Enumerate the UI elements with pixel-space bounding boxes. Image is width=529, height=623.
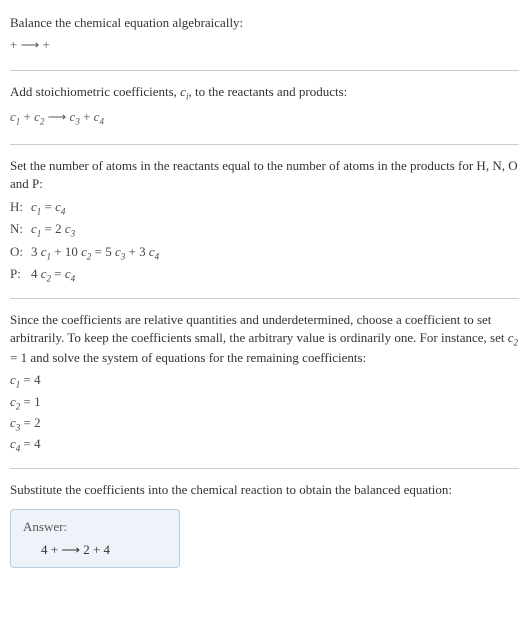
atoms-row-p: P: 4 c2 = c4 (10, 264, 159, 286)
section-substitute: Substitute the coefficients into the che… (10, 473, 519, 576)
atoms-label-p: P: (10, 264, 31, 286)
divider-4 (10, 468, 519, 469)
coeff-line-1: c1 = 4 (10, 371, 519, 391)
divider-1 (10, 70, 519, 71)
arrow-1: ⟶ (44, 109, 69, 124)
atoms-row-n: N: c1 = 2 c3 (10, 219, 159, 241)
plus-2: + (80, 109, 94, 124)
solve-text-2: = 1 and solve the system of equations fo… (10, 350, 366, 365)
atoms-row-h: H: c1 = c4 (10, 197, 159, 219)
equation-unbalanced: + ⟶ + (10, 36, 519, 54)
heading-solve: Since the coefficients are relative quan… (10, 311, 519, 368)
equation-with-coeffs: c1 + c2 ⟶ c3 + c4 (10, 108, 519, 128)
solve-text-1: Since the coefficients are relative quan… (10, 312, 508, 345)
coeff-line-3: c3 = 2 (10, 414, 519, 434)
section-stoichiometric: Add stoichiometric coefficients, ci, to … (10, 75, 519, 139)
atoms-label-h: H: (10, 197, 31, 219)
atoms-label-n: N: (10, 219, 31, 241)
divider-3 (10, 298, 519, 299)
heading-atoms: Set the number of atoms in the reactants… (10, 157, 519, 193)
answer-box: Answer: 4 + ⟶ 2 + 4 (10, 509, 180, 567)
section-balance-intro: Balance the chemical equation algebraica… (10, 6, 519, 66)
atoms-eq-h: c1 = c4 (31, 197, 159, 219)
heading-substitute: Substitute the coefficients into the che… (10, 481, 519, 499)
section-solve: Since the coefficients are relative quan… (10, 303, 519, 464)
coeff-line-2: c2 = 1 (10, 393, 519, 413)
atoms-table: H: c1 = c4 N: c1 = 2 c3 O: 3 c1 + 10 c2 … (10, 197, 159, 286)
answer-label: Answer: (23, 518, 167, 536)
atoms-row-o: O: 3 c1 + 10 c2 = 5 c3 + 3 c4 (10, 242, 159, 264)
c4-s: 4 (99, 116, 104, 126)
answer-content: 4 + ⟶ 2 + 4 (23, 541, 167, 559)
atoms-eq-n: c1 = 2 c3 (31, 219, 159, 241)
divider-2 (10, 144, 519, 145)
atoms-label-o: O: (10, 242, 31, 264)
solve-s: 2 (514, 338, 519, 348)
atoms-eq-o: 3 c1 + 10 c2 = 5 c3 + 3 c4 (31, 242, 159, 264)
section-atoms: Set the number of atoms in the reactants… (10, 149, 519, 294)
heading-balance: Balance the chemical equation algebraica… (10, 14, 519, 32)
plus-1: + (20, 109, 34, 124)
heading-text-2: , to the reactants and products: (188, 84, 347, 99)
heading-text-1: Add stoichiometric coefficients, (10, 84, 180, 99)
atoms-eq-p: 4 c2 = c4 (31, 264, 159, 286)
heading-stoichiometric: Add stoichiometric coefficients, ci, to … (10, 83, 519, 103)
coeff-line-4: c4 = 4 (10, 435, 519, 455)
